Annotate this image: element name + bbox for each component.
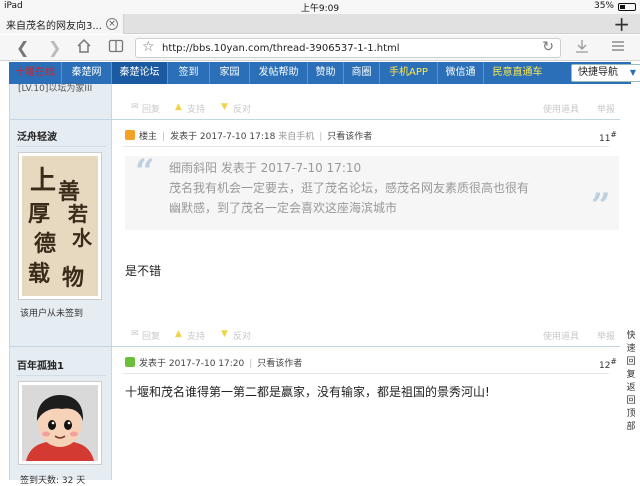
forward-icon[interactable]: ❯ [48, 38, 61, 57]
home-icon[interactable] [76, 38, 92, 58]
quick-nav-dropdown[interactable]: 快捷导航 ▼ [571, 64, 640, 82]
author-only-link[interactable]: 只看该作者 [257, 359, 302, 369]
reply-link[interactable]: 回复 [142, 102, 160, 115]
reply-link[interactable]: 回复 [142, 329, 160, 342]
reload-icon[interactable]: ↻ [542, 39, 554, 55]
oppose-link[interactable]: 反对 [233, 329, 251, 342]
url-text[interactable]: http://bbs.10yan.com/thread-3906537-1-1.… [162, 43, 400, 54]
new-tab-button[interactable]: + [613, 12, 630, 36]
nav-item-wechat[interactable]: 微信通 [437, 62, 483, 84]
prev-post-footer: ✉ 回复 ▲ 支持 ▼ 反对 使用道具 举报 [113, 84, 620, 120]
thumbs-down-icon[interactable]: ▼ [221, 102, 228, 112]
post11-username[interactable]: 泛舟轻波 [17, 128, 57, 143]
post11-floor[interactable]: 11# [599, 130, 617, 144]
post12-avatar[interactable] [18, 381, 102, 465]
browser-tab[interactable]: 来自茂名的网友向3... × [0, 14, 124, 34]
calligraphy-image: 上 善 若 水 厚 德 载 物 [22, 156, 98, 296]
user-level: [LV.10]以坛为家III [18, 84, 93, 94]
divider [16, 146, 106, 147]
author-only-link[interactable]: 只看该作者 [327, 132, 372, 142]
post12-sidebar: 百年孤独1 签到天数: 32 天 [10, 347, 112, 486]
post11-sidebar: 泛舟轻波 上 善 若 水 厚 德 载 物 该用户从未签到 [10, 120, 112, 346]
report-link[interactable]: 举报 [597, 329, 615, 342]
use-tool-link[interactable]: 使用道具 [543, 102, 579, 115]
thumbs-down-icon[interactable]: ▼ [221, 329, 228, 339]
use-tool-link[interactable]: 使用道具 [543, 329, 579, 342]
bookmarks-icon[interactable] [108, 38, 124, 58]
address-bar[interactable]: ☆ http://bbs.10yan.com/thread-3906537-1-… [135, 38, 561, 58]
post11: 楼主 | 发表于 2017-7-10 17:18 来自手机 | 只看该作者 11# “ … [113, 120, 620, 346]
signin-status: 该用户从未签到 [20, 309, 84, 319]
cartoon-boy-avatar [22, 385, 98, 461]
menu-icon[interactable] [610, 38, 626, 58]
owner-label: 楼主 [139, 132, 158, 142]
browser-toolbar: ❮ ❯ ☆ http://bbs.10yan.com/thread-390653… [0, 35, 640, 61]
thumbs-up-icon[interactable]: ▲ [175, 329, 182, 339]
nav-item-public-opinion[interactable]: 民意直通车 [483, 62, 551, 84]
quote-close-icon: ” [591, 186, 611, 226]
quote-open-icon: “ [135, 152, 155, 192]
clock: 上午9:09 [300, 4, 340, 14]
quote-block: “ 细雨斜阳 发表于 2017-7-10 17:10 茂名我有机会一定要去，逛了… [125, 152, 619, 230]
quote-line-1: 茂名我有机会一定要去，逛了茂名论坛，感茂名网友素质很高也很有 [169, 181, 530, 195]
nav-item-forum[interactable]: 秦楚论坛 [111, 62, 167, 84]
divider [16, 375, 106, 376]
prev-post-sidebar: [LV.10]以坛为家III [10, 84, 112, 120]
battery-percent: 35% [593, 1, 614, 11]
post-icon [125, 357, 135, 367]
post12-body: 十堰和茂名谁得第一第二都是赢家，没有输家，都是祖国的景秀河山! [125, 385, 490, 399]
back-to-top-button[interactable]: 快速回复返回顶部 [625, 330, 637, 434]
close-tab-icon[interactable]: × [106, 18, 118, 30]
divider [123, 373, 609, 374]
post11-via: 来自手机 [278, 132, 315, 142]
caret-down-icon: ▼ [629, 68, 636, 77]
thumbs-up-icon[interactable]: ▲ [175, 102, 182, 112]
post12: 发表于 2017-7-10 17:20 | 只看该作者 12# 十堰和茂名谁得第一第… [123, 357, 617, 399]
status-bar: iPad 上午9:09 35% [0, 0, 640, 14]
nav-item-home-space[interactable]: 家园 [209, 62, 249, 84]
post12-time: 发表于 2017-7-10 17:20 [139, 359, 245, 369]
divider [123, 146, 609, 147]
download-icon[interactable] [574, 38, 590, 58]
tab-bar: 来自茂名的网友向3... × + [0, 12, 640, 36]
support-link[interactable]: 支持 [187, 329, 205, 342]
tab-title: 来自茂名的网友向3... [6, 21, 102, 32]
support-link[interactable]: 支持 [187, 102, 205, 115]
post12-floor[interactable]: 12# [599, 357, 617, 371]
reply-icon[interactable]: ✉ [131, 102, 139, 112]
forum-nav: 十堰在线 秦楚网 秦楚论坛 签到 家园 发帖帮助 赞助 商圈 手机APP 微信通… [9, 62, 640, 84]
star-icon[interactable]: ☆ [142, 39, 155, 55]
owner-icon [125, 130, 135, 140]
oppose-link[interactable]: 反对 [233, 102, 251, 115]
quick-nav-label: 快捷导航 [578, 67, 618, 78]
nav-item-app[interactable]: 手机APP [379, 62, 437, 84]
nav-item-help[interactable]: 发帖帮助 [249, 62, 307, 84]
post11-time: 发表于 2017-7-10 17:18 [170, 132, 276, 142]
nav-item-business[interactable]: 商圈 [343, 62, 379, 84]
nav-item-signin[interactable]: 签到 [167, 62, 209, 84]
battery-icon [618, 3, 636, 11]
post12-username[interactable]: 百年孤独1 [17, 357, 64, 372]
back-icon[interactable]: ❮ [16, 38, 29, 57]
quote-line-2: 幽默感，到了茂名一定会喜欢这座海滨城市 [169, 201, 398, 215]
reply-icon[interactable]: ✉ [131, 329, 139, 339]
post11-body: 是不错 [125, 264, 162, 278]
thread-content: [LV.10]以坛为家III ✉ 回复 ▲ 支持 ▼ 反对 使用道具 举报 泛舟… [9, 84, 620, 486]
nav-item-sponsor[interactable]: 赞助 [307, 62, 343, 84]
post11-avatar[interactable]: 上 善 若 水 厚 德 载 物 [18, 152, 102, 300]
quote-header: 细雨斜阳 发表于 2017-7-10 17:10 [169, 161, 362, 175]
report-link[interactable]: 举报 [597, 102, 615, 115]
